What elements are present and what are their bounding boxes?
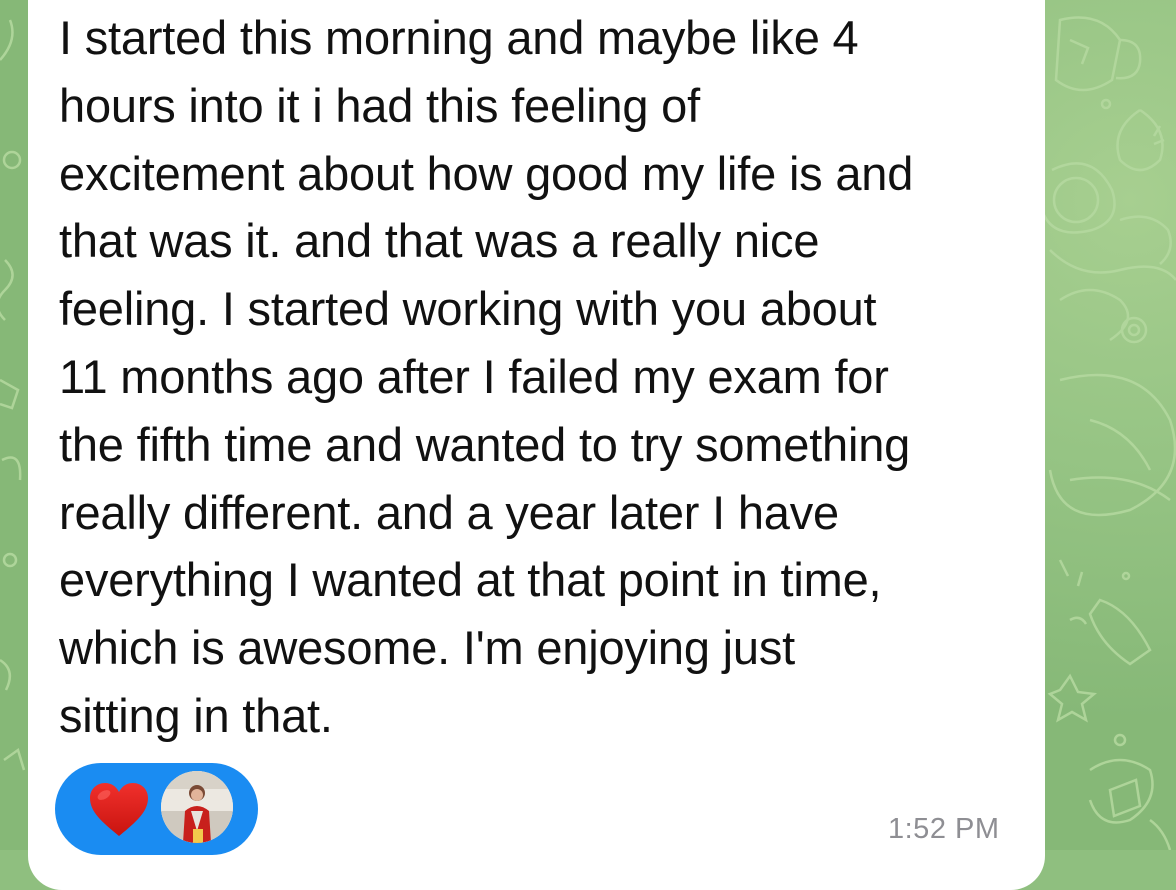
- avatar-photo-icon: [161, 771, 233, 843]
- red-heart-icon: [90, 783, 148, 836]
- message-text: I started this morning and maybe like 4 …: [59, 11, 914, 742]
- reaction-pill[interactable]: [55, 763, 258, 855]
- message-timestamp: 1:52 PM: [888, 813, 1000, 845]
- reactor-avatar[interactable]: [161, 771, 233, 843]
